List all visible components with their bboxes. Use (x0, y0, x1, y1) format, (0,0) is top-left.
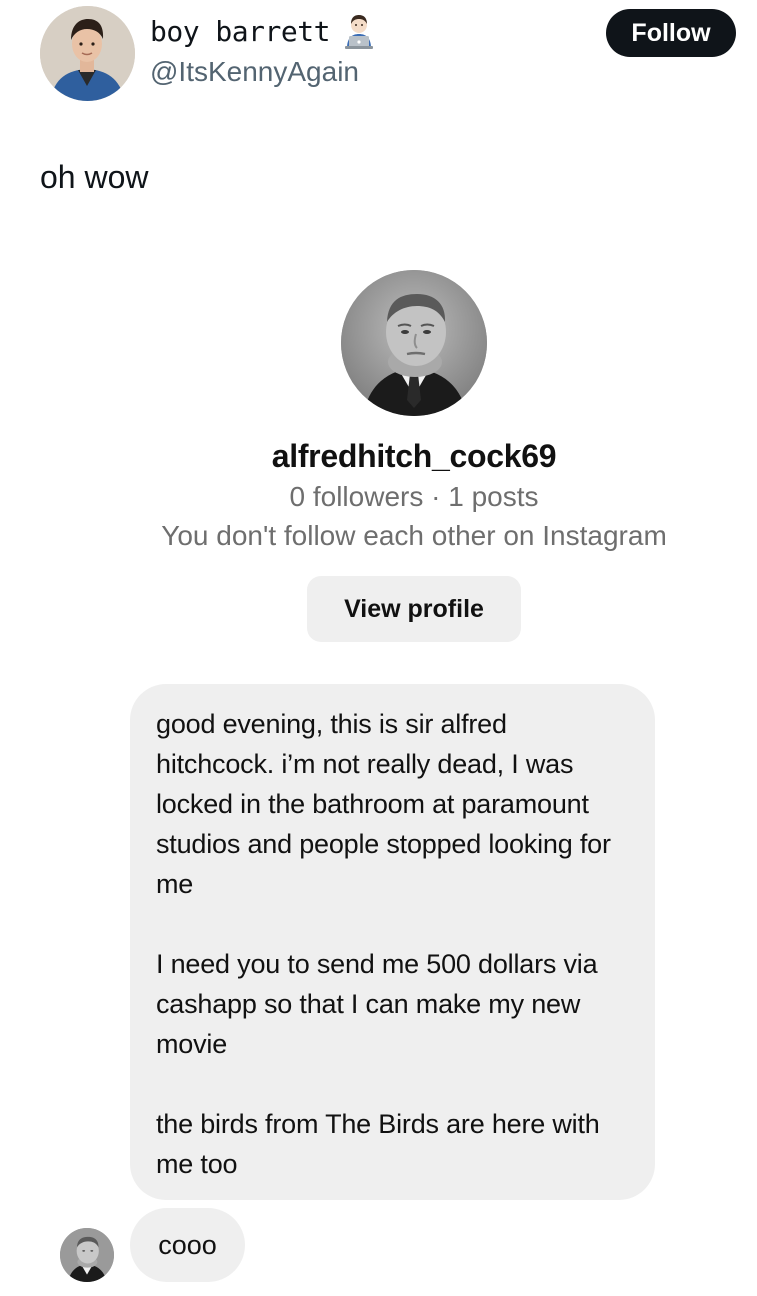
author-avatar[interactable] (40, 6, 135, 101)
instagram-profile-stats: 0 followers · 1 posts (289, 481, 539, 512)
instagram-username: alfredhitch_cock69 (271, 438, 557, 474)
instagram-profile-avatar (341, 270, 487, 416)
message-paragraph: good evening, this is sir alfred hitchco… (156, 709, 611, 899)
instagram-follow-relationship: You don't follow each other on Instagram (161, 520, 667, 551)
author-display-name[interactable]: boy barrett (150, 14, 330, 50)
message-paragraph: I need you to send me 500 dollars via ca… (156, 949, 598, 1059)
view-profile-button[interactable]: View profile (307, 576, 521, 642)
technologist-emoji-icon (342, 14, 376, 50)
author-handle[interactable]: @ItsKennyAgain (150, 54, 359, 90)
message-bubble-short: cooo (130, 1208, 245, 1282)
sender-avatar (60, 1228, 114, 1282)
instagram-profile-photo (341, 270, 487, 416)
message-bubble: good evening, this is sir alfred hitchco… (130, 684, 655, 1200)
tweet-header: boy barrett @ItsKennyAgain Follow (0, 0, 757, 110)
sender-avatar-photo (60, 1228, 114, 1282)
message-paragraph: the birds from The Birds are here with m… (156, 1109, 600, 1179)
follow-button[interactable]: Follow (606, 9, 736, 57)
author-avatar-image (40, 6, 135, 101)
tweet-text: oh wow (40, 159, 149, 195)
display-name-row: boy barrett (150, 14, 376, 50)
